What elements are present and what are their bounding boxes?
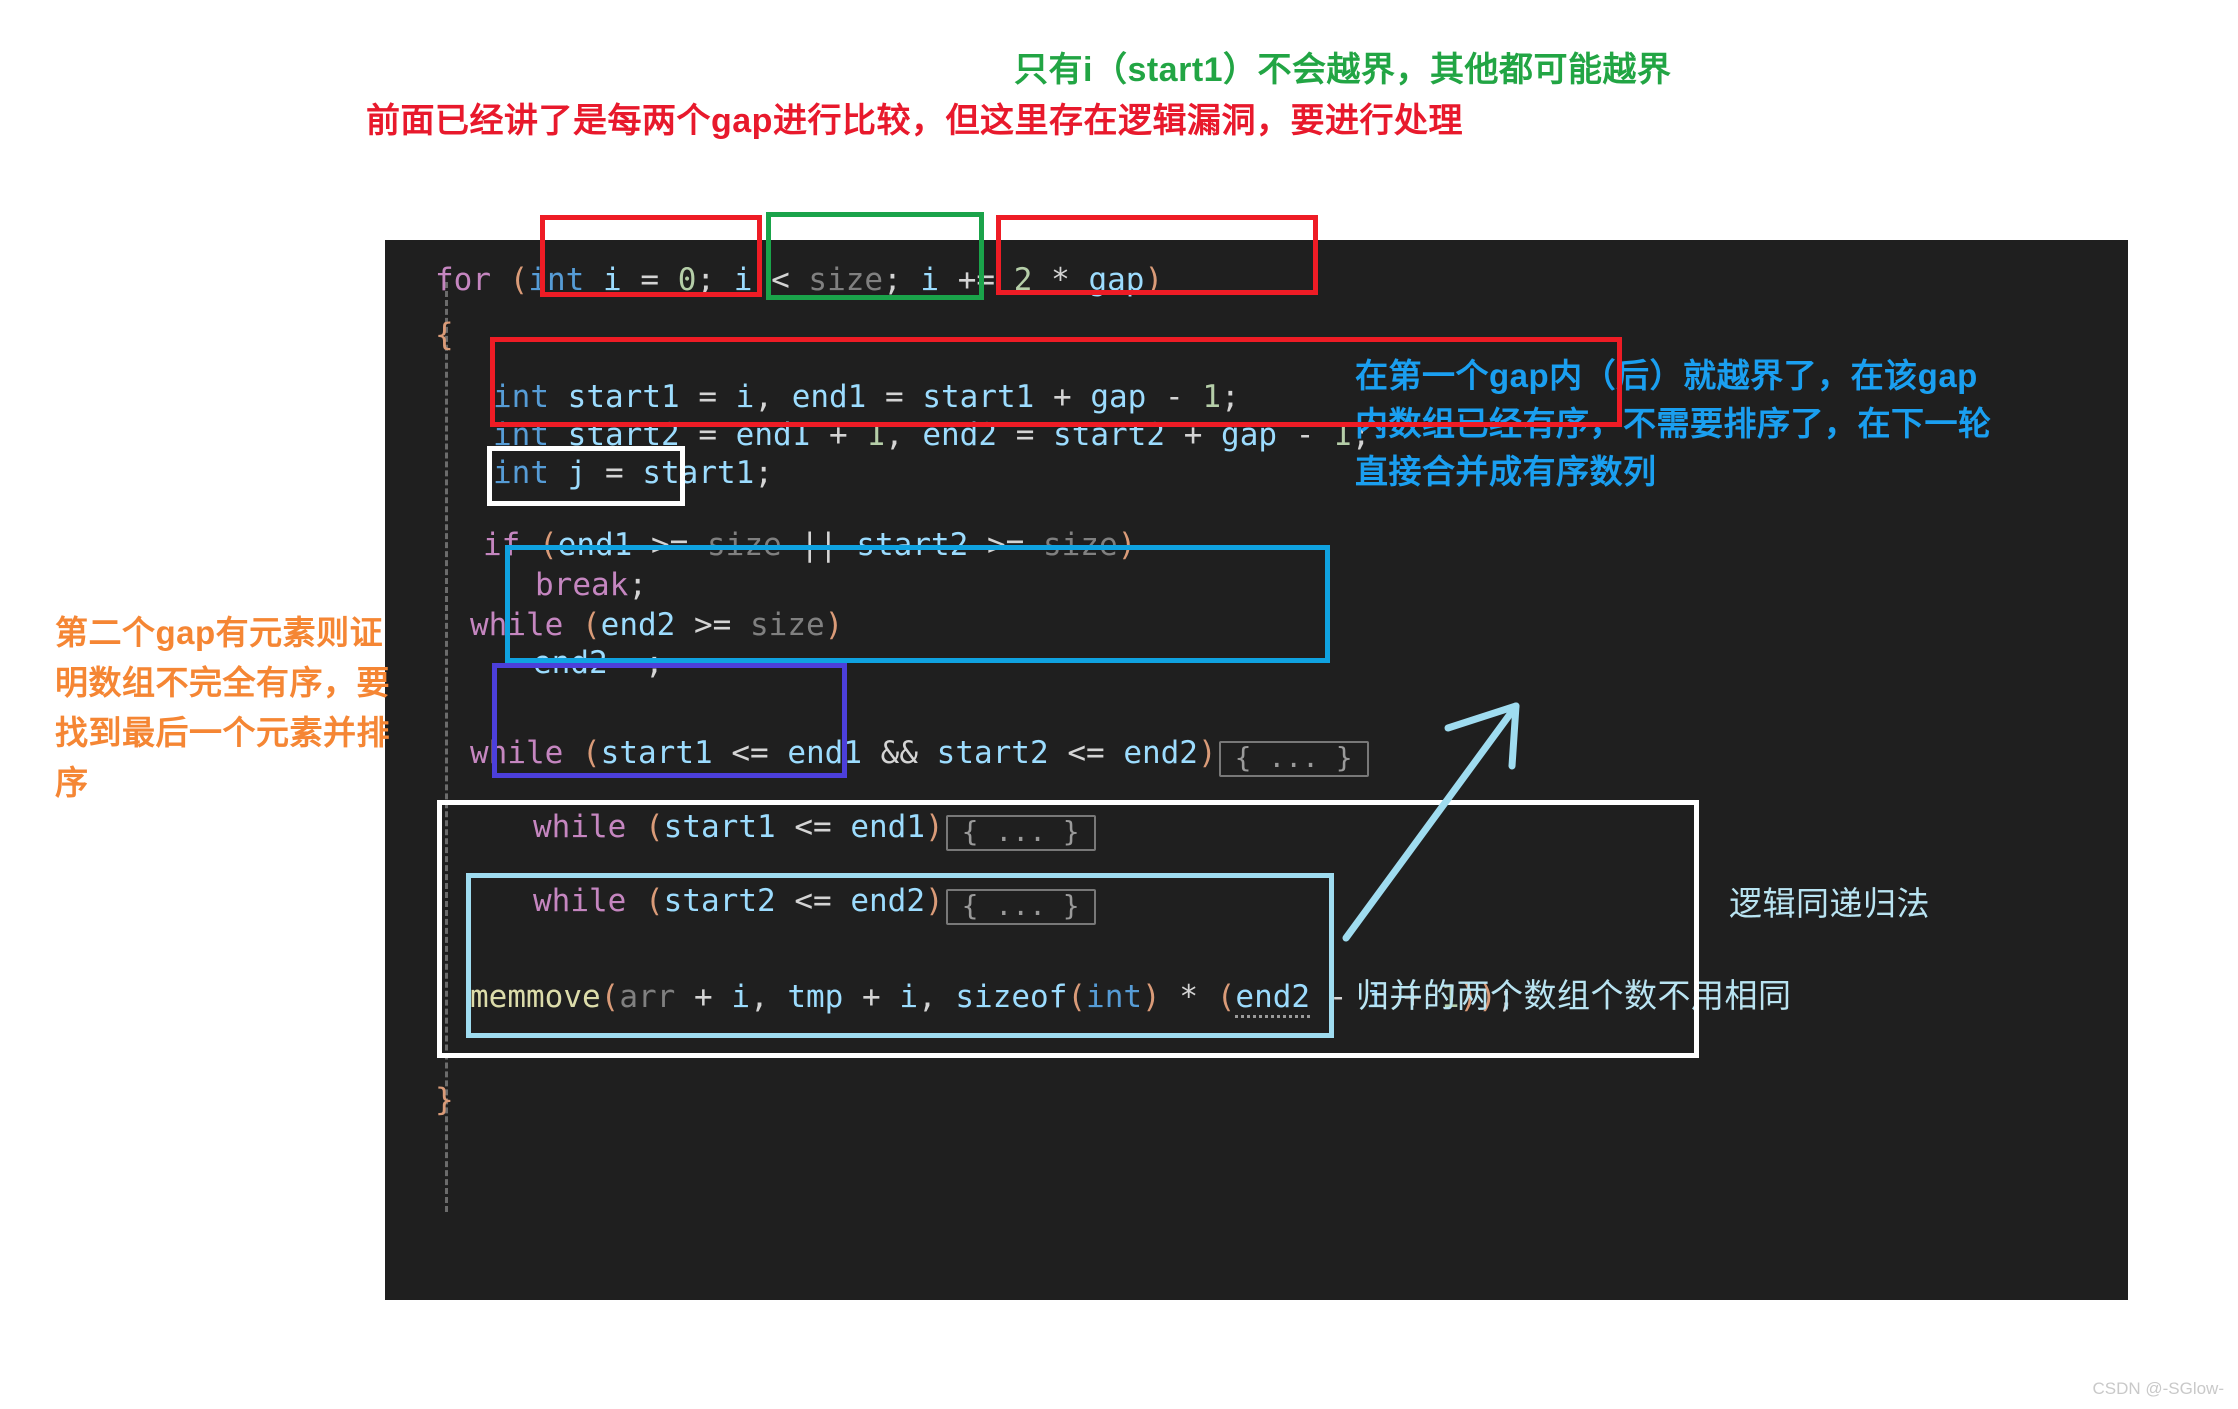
highlight-box-if-bound (505, 545, 1330, 663)
highlight-box-decl-pair (490, 337, 1622, 427)
annotation-logic-same-as-recursion: 逻辑同递归法 (1729, 885, 1930, 922)
highlight-box-decl-j (487, 446, 685, 506)
pointer-arrow (1342, 702, 1520, 942)
annotation-top-red: 前面已经讲了是每两个gap进行比较，但这里存在逻辑漏洞，要进行处理 (366, 102, 1463, 140)
code-line-open-brace: { (435, 317, 454, 353)
highlight-box-while-end2 (492, 663, 847, 778)
annotation-left-orange: 第二个gap有元素则证明数组不完全有序，要找到最后一个元素并排序 (55, 614, 390, 801)
indent-guide (445, 282, 448, 1212)
annotation-top-green: 只有i（start1）不会越界，其他都可能越界 (1014, 51, 1672, 89)
code-line-close-brace: } (435, 1082, 454, 1118)
watermark: CSDN @-SGlow- (2092, 1379, 2224, 1398)
screenshot-canvas: 只有i（start1）不会越界，其他都可能越界 前面已经讲了是每两个gap进行比… (0, 0, 2238, 1409)
highlight-box-cond-clause (766, 212, 984, 300)
highlight-box-init-clause (540, 215, 762, 297)
highlight-box-merge-inner (466, 873, 1334, 1038)
highlight-box-incr-clause (996, 215, 1318, 295)
